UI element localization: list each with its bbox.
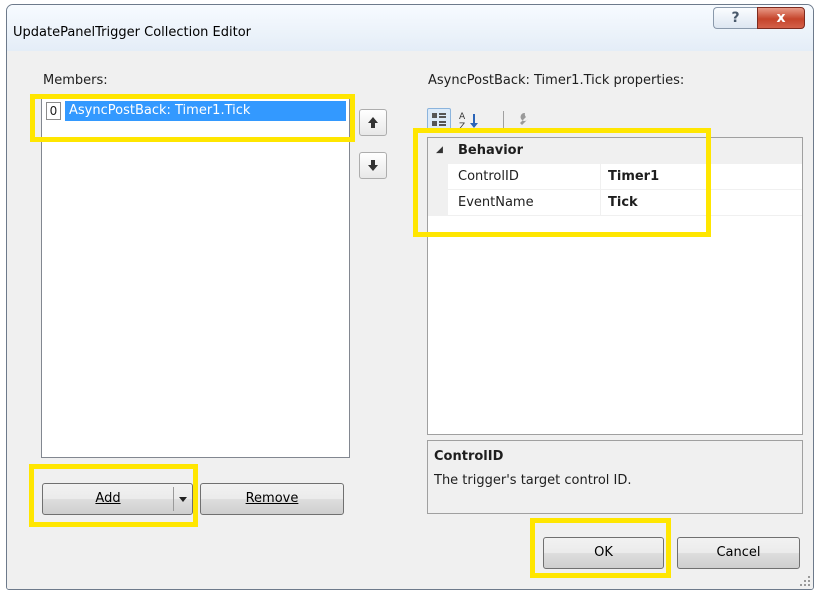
- collection-editor-dialog: UpdatePanelTrigger Collection Editor ? x…: [6, 4, 814, 590]
- property-value[interactable]: Tick: [608, 195, 638, 210]
- category-row[interactable]: ◢ Behavior: [428, 138, 802, 164]
- property-grid[interactable]: ◢ Behavior ControlID Timer1 EventName Ti…: [427, 137, 803, 435]
- collapse-icon[interactable]: ◢: [436, 145, 443, 155]
- toolbar-separator: [503, 111, 504, 130]
- help-icon: ?: [731, 10, 740, 26]
- description-text: The trigger's target control ID.: [434, 473, 632, 488]
- svg-text:Z: Z: [459, 122, 465, 132]
- property-toolbar: A Z: [427, 108, 627, 134]
- category-name: Behavior: [458, 143, 524, 158]
- member-text: AsyncPostBack: Timer1.Tick: [65, 101, 346, 121]
- alphabetical-icon[interactable]: A Z: [457, 108, 481, 132]
- description-title: ControlID: [434, 449, 504, 464]
- arrow-up-icon: [368, 117, 378, 128]
- row-gutter: [428, 190, 448, 215]
- property-value[interactable]: Timer1: [608, 169, 659, 184]
- cancel-label: Cancel: [716, 545, 761, 560]
- add-dropdown-button[interactable]: [174, 484, 192, 514]
- remove-button[interactable]: Remove: [200, 483, 344, 515]
- close-icon: x: [776, 10, 786, 26]
- add-label: Add: [95, 491, 121, 506]
- add-button[interactable]: Add: [43, 484, 173, 514]
- cancel-button[interactable]: Cancel: [677, 537, 800, 569]
- column-splitter[interactable]: [600, 164, 601, 189]
- description-panel: ControlID The trigger's target control I…: [427, 440, 803, 514]
- property-row[interactable]: EventName Tick: [428, 190, 802, 216]
- members-label: Members:: [43, 73, 108, 88]
- list-item[interactable]: 0 AsyncPostBack: Timer1.Tick: [44, 100, 346, 122]
- properties-label: AsyncPostBack: Timer1.Tick properties:: [428, 73, 685, 88]
- dialog-body: Members: 0 AsyncPostBack: Timer1.Tick Ad…: [7, 51, 813, 589]
- property-row[interactable]: ControlID Timer1: [428, 164, 802, 190]
- ok-label: OK: [594, 545, 613, 560]
- ok-button[interactable]: OK: [543, 537, 664, 569]
- window-title: UpdatePanelTrigger Collection Editor: [13, 25, 252, 40]
- close-button[interactable]: x: [757, 7, 805, 29]
- help-button[interactable]: ?: [713, 7, 757, 29]
- property-name: EventName: [458, 195, 534, 210]
- property-name: ControlID: [458, 169, 519, 184]
- move-up-button[interactable]: [359, 109, 387, 136]
- categorized-icon[interactable]: [427, 108, 451, 132]
- svg-text:A: A: [459, 112, 466, 122]
- title-bar[interactable]: UpdatePanelTrigger Collection Editor ? x: [7, 5, 813, 51]
- members-list[interactable]: 0 AsyncPostBack: Timer1.Tick: [41, 95, 350, 458]
- remove-label: Remove: [245, 491, 299, 506]
- add-split-button[interactable]: Add: [42, 483, 193, 515]
- property-pages-icon[interactable]: [511, 108, 535, 132]
- resize-grip-icon[interactable]: [799, 575, 811, 587]
- chevron-down-icon: [179, 497, 187, 502]
- column-splitter[interactable]: [600, 190, 601, 215]
- move-down-button[interactable]: [359, 152, 387, 179]
- row-gutter: [428, 164, 448, 189]
- arrow-down-icon: [368, 160, 378, 171]
- member-index: 0: [46, 102, 61, 120]
